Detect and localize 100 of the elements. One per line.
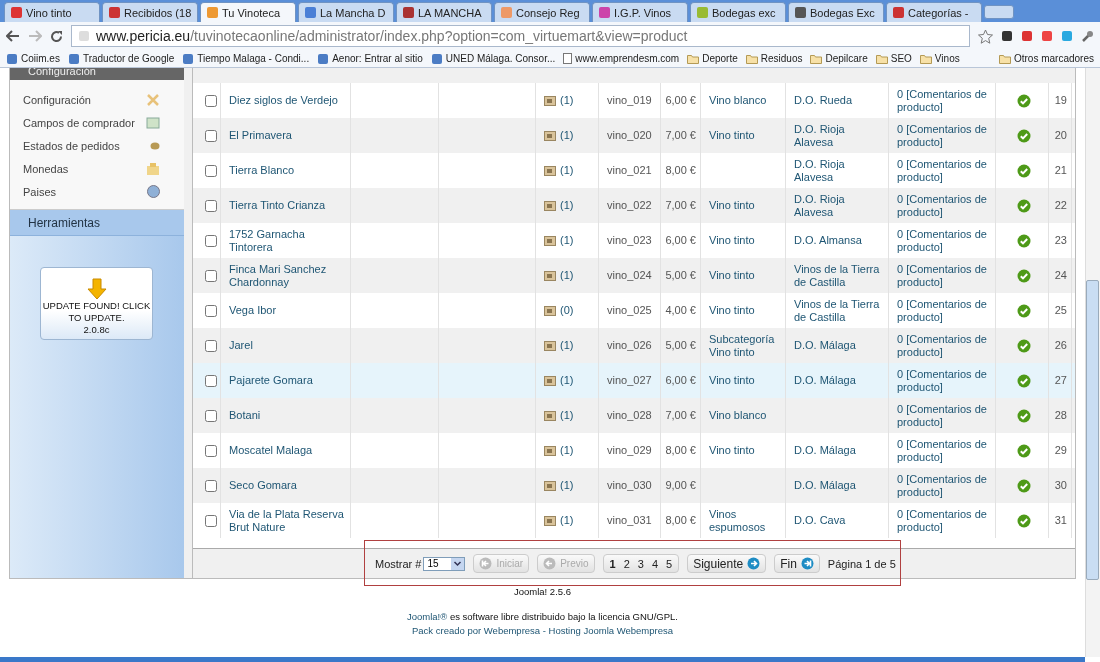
category-link[interactable]: Vinos espumosos bbox=[709, 507, 781, 534]
bookmark[interactable]: Deporte bbox=[687, 53, 738, 64]
browser-tab[interactable]: Bodegas Exc bbox=[788, 2, 884, 22]
product-name-link[interactable]: Seco Gomara bbox=[229, 479, 297, 492]
reviews-link[interactable]: 0 [Comentarios de producto] bbox=[897, 227, 991, 254]
category-link[interactable]: Subcategoría Vino tinto bbox=[709, 332, 781, 359]
reviews-link[interactable]: 0 [Comentarios de producto] bbox=[897, 262, 991, 289]
bookmark[interactable]: Residuos bbox=[745, 53, 803, 64]
manufacturer-link[interactable]: Vinos de la Tierra de Castilla bbox=[794, 297, 884, 324]
product-name-link[interactable]: Tierra Blanco bbox=[229, 164, 294, 177]
menu-item[interactable]: Monedas bbox=[10, 157, 184, 180]
page-size-select[interactable]: 15 bbox=[423, 556, 466, 571]
product-name-link[interactable]: Diez siglos de Verdejo bbox=[229, 94, 338, 107]
product-name-link[interactable]: Botani bbox=[229, 409, 261, 422]
media-count-link[interactable]: (1) bbox=[560, 444, 574, 457]
product-row[interactable]: Pajarete Gomara (1) vino_027 6,00 € Vino tinto D.O. Málaga 0 [Comentarios de producto] 27 bbox=[193, 363, 1075, 398]
media-count-link[interactable]: (1) bbox=[560, 479, 574, 492]
media-count-link[interactable]: (1) bbox=[560, 199, 574, 212]
page-link[interactable]: 5 bbox=[663, 557, 676, 570]
reviews-link[interactable]: 0 [Comentarios de producto] bbox=[897, 402, 991, 429]
reviews-link[interactable]: 0 [Comentarios de producto] bbox=[897, 297, 991, 324]
menu-item[interactable]: Estados de pedidos bbox=[10, 134, 184, 157]
media-count-link[interactable]: (1) bbox=[560, 269, 574, 282]
media-count-link[interactable]: (1) bbox=[560, 339, 574, 352]
reviews-link[interactable]: 0 [Comentarios de producto] bbox=[897, 157, 991, 184]
category-link[interactable]: Vino tinto bbox=[709, 304, 755, 317]
bookmark[interactable]: Aenor: Entrar al sitio bbox=[317, 52, 423, 65]
product-name-link[interactable]: Via de la Plata Reserva Brut Nature bbox=[229, 507, 346, 534]
reviews-link[interactable]: 0 [Comentarios de producto] bbox=[897, 192, 991, 219]
bookmark[interactable]: Otros marcadores bbox=[998, 53, 1094, 64]
product-name-link[interactable]: Vega Ibor bbox=[229, 304, 277, 317]
reviews-link[interactable]: 0 [Comentarios de producto] bbox=[897, 367, 991, 394]
page-link[interactable]: 2 bbox=[620, 557, 633, 570]
manufacturer-link[interactable]: Vinos de la Tierra de Castilla bbox=[794, 262, 884, 289]
manufacturer-link[interactable]: D.O. Málaga bbox=[794, 444, 856, 457]
manufacturer-link[interactable]: D.O. Almansa bbox=[794, 234, 862, 247]
browser-tab[interactable]: Tu Vinoteca bbox=[200, 2, 296, 22]
category-link[interactable]: Vino blanco bbox=[709, 409, 767, 422]
manufacturer-link[interactable]: D.O. Málaga bbox=[794, 479, 856, 492]
media-count-link[interactable]: (1) bbox=[560, 514, 574, 527]
page-link[interactable]: 1 bbox=[606, 557, 619, 570]
menu-item[interactable]: Paises bbox=[10, 180, 184, 203]
update-button[interactable]: UPDATE FOUND! CLICK TO UPDATE. 2.0.8c bbox=[40, 267, 153, 340]
media-count-link[interactable]: (1) bbox=[560, 234, 574, 247]
media-count-link[interactable]: (1) bbox=[560, 374, 574, 387]
product-row[interactable]: El Primavera (1) vino_020 7,00 € Vino tinto D.O. Rioja Alavesa 0 [Comentarios de producto] 20 bbox=[193, 118, 1075, 153]
manufacturer-link[interactable]: D.O. Rioja Alavesa bbox=[794, 122, 884, 149]
menu-item[interactable]: Campos de comprador bbox=[10, 111, 184, 134]
product-row[interactable]: Jarel (1) vino_026 5,00 € Subcategoría Vino tinto D.O. Málaga 0 [Comentarios de producto] 26 bbox=[193, 328, 1075, 363]
reviews-link[interactable]: 0 [Comentarios de producto] bbox=[897, 122, 991, 149]
media-count-link[interactable]: (1) bbox=[560, 94, 574, 107]
browser-tab[interactable]: La Mancha D bbox=[298, 2, 394, 22]
product-name-link[interactable]: Jarel bbox=[229, 339, 253, 352]
product-name-link[interactable]: El Primavera bbox=[229, 129, 292, 142]
bookmark[interactable]: SEO bbox=[875, 53, 912, 64]
menu-item[interactable]: Configuración bbox=[10, 88, 184, 111]
reviews-link[interactable]: 0 [Comentarios de producto] bbox=[897, 87, 991, 114]
credits-link[interactable]: Pack creado por Webempresa - Hosting Joomla Webempresa bbox=[412, 625, 673, 636]
category-link[interactable]: Vino tinto bbox=[709, 269, 755, 282]
product-row[interactable]: Tierra Tinto Crianza (1) vino_022 7,00 € Vino tinto D.O. Rioja Alavesa 0 [Comentarios de producto] 22 bbox=[193, 188, 1075, 223]
product-row[interactable]: Seco Gomara (1) vino_030 9,00 € D.O. Málaga 0 [Comentarios de producto] 30 bbox=[193, 468, 1075, 503]
media-count-link[interactable]: (0) bbox=[560, 304, 574, 317]
reviews-link[interactable]: 0 [Comentarios de producto] bbox=[897, 472, 991, 499]
category-link[interactable]: Vino tinto bbox=[709, 199, 755, 212]
product-row[interactable]: Botani (1) vino_028 7,00 € Vino blanco 0 [Comentarios de producto] 28 bbox=[193, 398, 1075, 433]
media-count-link[interactable]: (1) bbox=[560, 129, 574, 142]
browser-tab[interactable]: Consejo Reg bbox=[494, 2, 590, 22]
page-link[interactable]: 3 bbox=[634, 557, 647, 570]
reviews-link[interactable]: 0 [Comentarios de producto] bbox=[897, 507, 991, 534]
product-name-link[interactable]: 1752 Garnacha Tintorera bbox=[229, 227, 346, 254]
manufacturer-link[interactable]: D.O. Rioja Alavesa bbox=[794, 192, 884, 219]
address-bar[interactable]: www.pericia.eu/tuvinotecaonline/administrator/index.php?option=com_virtuemart&view=product bbox=[71, 25, 970, 47]
category-link[interactable]: Vino blanco bbox=[709, 94, 767, 107]
manufacturer-link[interactable]: D.O. Rioja Alavesa bbox=[794, 157, 884, 184]
category-link[interactable]: Vino tinto bbox=[709, 129, 755, 142]
product-row[interactable]: Finca Mari Sanchez Chardonnay (1) vino_024 5,00 € Vino tinto Vinos de la Tierra de Castilla 0 [Comentarios de producto] 24 bbox=[193, 258, 1075, 293]
reviews-link[interactable]: 0 [Comentarios de producto] bbox=[897, 332, 991, 359]
browser-tab[interactable]: Categorías - bbox=[886, 2, 982, 22]
manufacturer-link[interactable]: D.O. Málaga bbox=[794, 339, 856, 352]
product-name-link[interactable]: Moscatel Malaga bbox=[229, 444, 313, 457]
manufacturer-link[interactable]: D.O. Cava bbox=[794, 514, 846, 527]
bookmark[interactable]: UNED Málaga. Consor... bbox=[430, 52, 556, 65]
pagination-button[interactable]: Siguiente bbox=[687, 554, 767, 573]
bookmark[interactable]: Traductor de Google bbox=[67, 52, 175, 65]
page-link[interactable]: 4 bbox=[648, 557, 661, 570]
browser-tab[interactable]: Bodegas exc bbox=[690, 2, 786, 22]
tools-menu-item[interactable]: Herramientas bbox=[10, 210, 184, 236]
manufacturer-link[interactable]: D.O. Málaga bbox=[794, 374, 856, 387]
reviews-link[interactable]: 0 [Comentarios de producto] bbox=[897, 437, 991, 464]
category-link[interactable]: Vino tinto bbox=[709, 234, 755, 247]
pagination-button[interactable]: Fin bbox=[774, 554, 820, 573]
bookmark[interactable]: Depilcare bbox=[810, 53, 868, 64]
product-name-link[interactable]: Finca Mari Sanchez Chardonnay bbox=[229, 262, 346, 289]
product-name-link[interactable]: Tierra Tinto Crianza bbox=[229, 199, 326, 212]
browser-tab[interactable]: I.G.P. Vinos bbox=[592, 2, 688, 22]
category-link[interactable]: Vino tinto bbox=[709, 444, 755, 457]
browser-tab[interactable]: Recibidos (18 bbox=[102, 2, 198, 22]
bookmark[interactable]: www.emprendesm.com bbox=[563, 53, 680, 64]
browser-tab[interactable]: Vino tinto bbox=[4, 2, 100, 22]
bookmark[interactable]: Vinos bbox=[919, 53, 960, 64]
